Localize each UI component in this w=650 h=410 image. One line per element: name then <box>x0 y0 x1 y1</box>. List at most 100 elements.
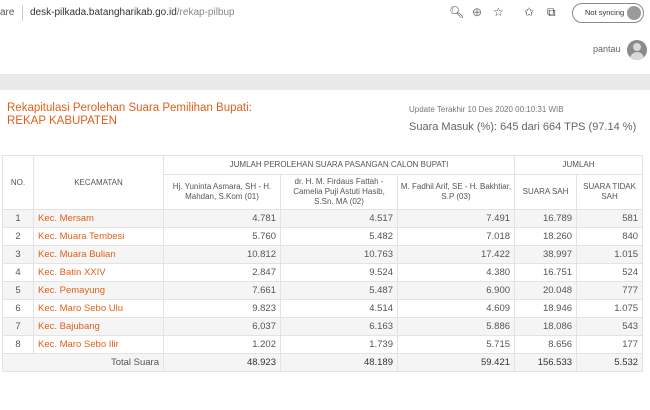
profile-sync-button[interactable]: Not syncing <box>572 3 644 23</box>
suara-tidak-sah-value: 1.075 <box>576 299 644 318</box>
url-domain: desk-pilkada.batangharikab.go.id <box>30 7 177 18</box>
suara-sah-value: 18.260 <box>514 227 578 246</box>
suara-tidak-sah-value: 581 <box>576 209 644 228</box>
total-suara-tidak-sah: 5.532 <box>576 353 644 372</box>
candidate-3-votes: 7.491 <box>396 209 516 228</box>
candidate-2-votes: 10.763 <box>280 245 398 264</box>
user-name[interactable]: pantau <box>593 44 621 54</box>
total-row: Total Suara 48.923 48.189 59.421 156.533… <box>2 353 644 372</box>
kecamatan-link[interactable]: Kec. Muara Bulian <box>33 245 164 264</box>
url-scheme-label: are <box>0 7 15 18</box>
candidate-3-votes: 5.886 <box>396 317 516 336</box>
url-divider <box>22 5 23 21</box>
last-update-text: Update Terakhir 10 Des 2020 00:10:31 WIB <box>409 105 564 114</box>
candidate-3-votes: 6.900 <box>396 281 516 300</box>
total-candidate-3: 59.421 <box>396 353 516 372</box>
table-row: 2 Kec. Muara Tembesi 5.760 5.482 7.018 1… <box>2 227 644 246</box>
header-divider-strip <box>0 75 650 90</box>
kecamatan-link[interactable]: Kec. Mersam <box>33 209 164 228</box>
candidate-2-votes: 6.163 <box>280 317 398 336</box>
candidate-3-votes: 4.380 <box>396 263 516 282</box>
total-candidate-2: 48.189 <box>280 353 398 372</box>
candidate-1-votes: 10.812 <box>163 245 281 264</box>
total-suara-sah: 156.533 <box>514 353 578 372</box>
candidate-2-votes: 4.514 <box>280 299 398 318</box>
key-icon[interactable]: 🔍︎ <box>449 5 464 19</box>
kecamatan-link[interactable]: Kec. Bajubang <box>33 317 164 336</box>
suara-sah-value: 8.656 <box>514 335 578 354</box>
favorites-icon[interactable]: ✩ <box>524 5 534 19</box>
table-row: 7 Kec. Bajubang 6.037 6.163 5.886 18.086… <box>2 317 644 336</box>
table-row: 8 Kec. Maro Sebo Ilir 1.202 1.739 5.715 … <box>2 335 644 354</box>
header-no: NO. <box>2 155 34 210</box>
header-candidate-3: M. Fadhil Arif, SE - H. Bakhtiar, S.P (0… <box>396 174 516 210</box>
candidate-3-votes: 4.609 <box>396 299 516 318</box>
candidate-2-votes: 9.524 <box>280 263 398 282</box>
suara-sah-value: 38.997 <box>514 245 578 264</box>
suara-tidak-sah-value: 543 <box>576 317 644 336</box>
address-input[interactable]: desk-pilkada.batangharikab.go.id/rekap-p… <box>30 7 235 18</box>
candidate-1-votes: 2.847 <box>163 263 281 282</box>
table-row: 5 Kec. Pemayung 7.661 5.487 6.900 20.048… <box>2 281 644 300</box>
row-no: 6 <box>2 299 34 318</box>
row-no: 7 <box>2 317 34 336</box>
candidate-3-votes: 7.018 <box>396 227 516 246</box>
header-candidate-1: Hj. Yuninta Asmara, SH - H. Mahdan, S.Ko… <box>163 174 281 210</box>
candidate-1-votes: 7.661 <box>163 281 281 300</box>
candidate-1-votes: 1.202 <box>163 335 281 354</box>
header-suara-sah: SUARA SAH <box>514 174 578 210</box>
header-candidate-2: dr. H. M. Firdaus Fattah - Camelia Puji … <box>280 174 398 210</box>
header-kecamatan: KECAMATAN <box>33 155 164 210</box>
browser-address-bar: are desk-pilkada.batangharikab.go.id/rek… <box>0 0 650 29</box>
votes-in-text: Suara Masuk (%): 645 dari 664 TPS (97.14… <box>409 121 637 133</box>
candidate-1-votes: 6.037 <box>163 317 281 336</box>
candidate-3-votes: 17.422 <box>396 245 516 264</box>
suara-tidak-sah-value: 524 <box>576 263 644 282</box>
star-icon[interactable]: ☆ <box>493 5 504 19</box>
sync-label: Not syncing <box>585 8 625 17</box>
header-jumlah-group: JUMLAH <box>514 155 644 175</box>
suara-sah-value: 16.751 <box>514 263 578 282</box>
row-no: 3 <box>2 245 34 264</box>
table-row: 6 Kec. Maro Sebo Ulu 9.823 4.514 4.609 1… <box>2 299 644 318</box>
row-no: 5 <box>2 281 34 300</box>
total-candidate-1: 48.923 <box>163 353 281 372</box>
profile-avatar-icon <box>627 6 641 20</box>
table-row: 1 Kec. Mersam 4.781 4.517 7.491 16.789 5… <box>2 209 644 228</box>
table-row: 3 Kec. Muara Bulian 10.812 10.763 17.422… <box>2 245 644 264</box>
candidate-1-votes: 5.760 <box>163 227 281 246</box>
kecamatan-link[interactable]: Kec. Muara Tembesi <box>33 227 164 246</box>
kecamatan-link[interactable]: Kec. Pemayung <box>33 281 164 300</box>
page-title: Rekapitulasi Perolehan Suara Pemilihan B… <box>7 102 252 114</box>
kecamatan-link[interactable]: Kec. Maro Sebo Ilir <box>33 335 164 354</box>
collections-icon[interactable]: ⧉ <box>547 5 556 20</box>
candidate-2-votes: 1.739 <box>280 335 398 354</box>
header-candidates-group: JUMLAH PEROLEHAN SUARA PASANGAN CALON BU… <box>162 155 516 175</box>
app-header: pantau <box>0 28 650 75</box>
suara-sah-value: 16.789 <box>514 209 578 228</box>
table-row: 4 Kec. Batin XXIV 2.847 9.524 4.380 16.7… <box>2 263 644 282</box>
suara-sah-value: 18.086 <box>514 317 578 336</box>
candidate-3-votes: 5.715 <box>396 335 516 354</box>
row-no: 4 <box>2 263 34 282</box>
results-table: NO. KECAMATAN JUMLAH PEROLEHAN SUARA PAS… <box>2 155 644 372</box>
suara-tidak-sah-value: 177 <box>576 335 644 354</box>
kecamatan-link[interactable]: Kec. Maro Sebo Ulu <box>33 299 164 318</box>
suara-tidak-sah-value: 1.015 <box>576 245 644 264</box>
row-no: 1 <box>2 209 34 228</box>
user-avatar-icon[interactable] <box>627 40 647 60</box>
candidate-2-votes: 5.487 <box>280 281 398 300</box>
header-suara-tidak-sah: SUARA TIDAK SAH <box>576 174 644 210</box>
total-label: Total Suara <box>2 353 164 372</box>
suara-tidak-sah-value: 777 <box>576 281 644 300</box>
page-subtitle: REKAP KABUPATEN <box>7 115 117 127</box>
candidate-1-votes: 9.823 <box>163 299 281 318</box>
candidate-2-votes: 5.482 <box>280 227 398 246</box>
row-no: 2 <box>2 227 34 246</box>
candidate-2-votes: 4.517 <box>280 209 398 228</box>
zoom-icon[interactable]: ⊕ <box>472 5 482 19</box>
suara-sah-value: 20.048 <box>514 281 578 300</box>
url-path: /rekap-pilbup <box>176 7 235 18</box>
kecamatan-link[interactable]: Kec. Batin XXIV <box>33 263 164 282</box>
candidate-1-votes: 4.781 <box>163 209 281 228</box>
